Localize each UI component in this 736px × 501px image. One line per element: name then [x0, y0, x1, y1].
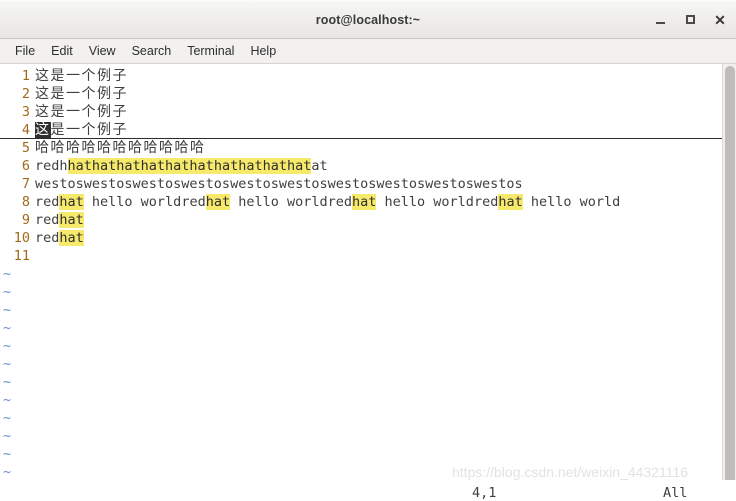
line-text: red [35, 194, 60, 210]
search-match-highlight: hat [352, 194, 377, 210]
empty-line-marker: ~ [3, 392, 12, 408]
menu-item-view[interactable]: View [81, 42, 124, 60]
line-text: hello worldred [376, 194, 499, 210]
line-text: redh [35, 158, 68, 174]
editor-line: 9 redhat [0, 211, 722, 229]
scroll-indicator: All [663, 485, 688, 501]
search-match-highlight: hat [205, 194, 231, 210]
line-text: 这是一个例子 [35, 68, 128, 84]
vertical-scrollbar[interactable] [722, 64, 736, 501]
editor-line: 8 redhat hello worldredhat hello worldre… [0, 193, 722, 211]
search-match-highlight: hat [59, 212, 84, 228]
line-text: hello worldred [83, 194, 206, 210]
editor-line: 4 这是一个例子 [0, 121, 736, 139]
line-number: 4 [21, 122, 30, 138]
line-number: 1 [21, 68, 30, 84]
empty-line-marker: ~ [3, 464, 12, 480]
search-match-highlight: hat [59, 194, 84, 210]
window-titlebar: root@localhost:~ ✕ [0, 0, 736, 39]
window-title: root@localhost:~ [315, 12, 421, 27]
line-number: 10 [13, 230, 30, 246]
editor-line: 11 [0, 247, 722, 265]
editor-line: 1 这是一个例子 [0, 67, 722, 85]
close-icon: ✕ [714, 11, 726, 28]
editor-line: 5 哈哈哈哈哈哈哈哈哈哈哈 [0, 139, 722, 157]
text-cursor: 这 [35, 122, 51, 138]
line-text: red [35, 230, 60, 246]
menu-item-help[interactable]: Help [242, 42, 284, 60]
line-number: 11 [13, 248, 30, 264]
vim-statusbar: 4,1 All [0, 480, 736, 501]
line-number: 6 [21, 158, 30, 174]
line-text: westoswestoswestoswestoswestoswestoswest… [35, 176, 523, 192]
search-match-highlight: hat [59, 230, 84, 246]
line-text: hello world [522, 194, 621, 210]
line-text: hello worldred [230, 194, 353, 210]
line-text: red [35, 212, 60, 228]
line-text: 哈哈哈哈哈哈哈哈哈哈哈 [35, 140, 206, 156]
empty-line-marker: ~ [3, 284, 12, 300]
maximize-icon [685, 15, 695, 24]
empty-line-marker: ~ [3, 320, 12, 336]
terminal-window: root@localhost:~ ✕ File Edit View Search… [0, 0, 736, 501]
search-match-highlight: hat [498, 194, 523, 210]
line-number: 7 [21, 176, 30, 192]
editor-line: 3 这是一个例子 [0, 103, 722, 121]
minimize-button[interactable] [652, 12, 668, 28]
empty-line-marker: ~ [3, 428, 12, 444]
line-number: 9 [21, 212, 30, 228]
empty-line-marker: ~ [3, 356, 12, 372]
window-controls: ✕ [652, 1, 728, 38]
close-button[interactable]: ✕ [712, 12, 728, 28]
empty-line-marker: ~ [3, 410, 12, 426]
editor-line: 7 westoswestoswestoswestoswestoswestoswe… [0, 175, 722, 193]
editor-line: 6 redhhathathathathathathathathathatat [0, 157, 722, 175]
menu-item-file[interactable]: File [7, 42, 43, 60]
empty-line-marker: ~ [3, 446, 12, 462]
menu-item-terminal[interactable]: Terminal [179, 42, 242, 60]
empty-line-marker: ~ [3, 338, 12, 354]
empty-line-marker: ~ [3, 302, 12, 318]
line-text: at [311, 158, 328, 174]
line-number-gap [30, 247, 35, 265]
editor-line: 10 redhat [0, 229, 722, 247]
menu-item-edit[interactable]: Edit [43, 42, 81, 60]
empty-line-marker: ~ [3, 266, 12, 282]
maximize-button[interactable] [682, 12, 698, 28]
cursor-position: 4,1 [472, 485, 497, 501]
line-number: 8 [21, 194, 30, 210]
line-text: 是一个例子 [50, 122, 128, 138]
menubar: File Edit View Search Terminal Help [0, 39, 736, 64]
line-number: 3 [21, 104, 30, 120]
editor-buffer[interactable]: 1 这是一个例子 2 这是一个例子 3 这是一个例子 4 这是一个例子 5 哈哈哈哈哈哈… [0, 64, 736, 501]
line-text: 这是一个例子 [35, 86, 128, 102]
menu-item-search[interactable]: Search [124, 42, 180, 60]
editor-line: 2 这是一个例子 [0, 85, 722, 103]
scrollbar-thumb[interactable] [725, 66, 735, 500]
empty-line-marker: ~ [3, 374, 12, 390]
line-number: 5 [21, 140, 30, 156]
line-number: 2 [21, 86, 30, 102]
search-match-highlight: hathathathathathathathathathat [67, 158, 312, 174]
minimize-icon [655, 21, 665, 24]
line-text: 这是一个例子 [35, 104, 128, 120]
terminal-screen[interactable]: 1 这是一个例子 2 这是一个例子 3 这是一个例子 4 这是一个例子 5 哈哈哈哈哈哈… [0, 64, 736, 501]
